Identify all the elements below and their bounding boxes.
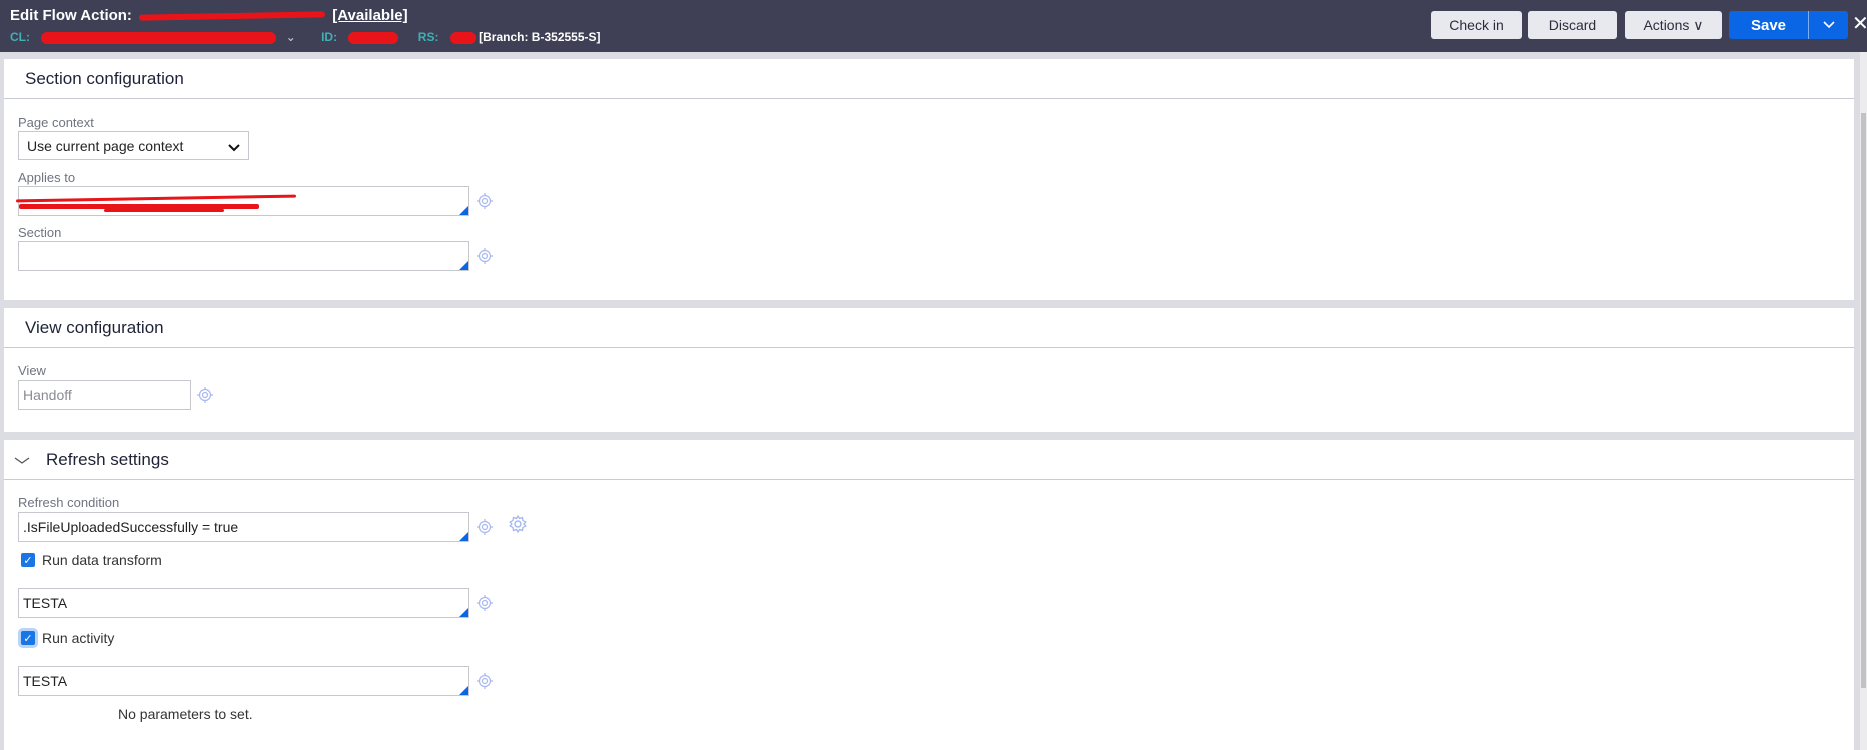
header-bar: Edit Flow Action: [Available] CL: ⌄ ID: …	[0, 0, 1867, 52]
view-configuration-panel: View configuration View Handoff	[4, 308, 1854, 432]
view-value: Handoff	[23, 387, 72, 403]
section-configuration-title: Section configuration	[25, 69, 184, 88]
chevron-down-icon	[228, 139, 240, 155]
scrollbar-thumb[interactable]	[1861, 113, 1866, 688]
crosshair-target-icon[interactable]	[477, 519, 493, 535]
crosshair-target-icon[interactable]	[477, 193, 493, 209]
rule-meta: CL: ⌄ ID: RS: [Branch: B-352555-S]	[10, 30, 601, 44]
run-data-transform-label: Run data transform	[42, 552, 162, 568]
gear-icon[interactable]	[508, 514, 528, 534]
applies-to-label: Applies to	[18, 170, 76, 185]
checkbox-checked-icon[interactable]: ✓	[21, 553, 35, 567]
actions-button[interactable]: Actions ∨	[1625, 11, 1722, 39]
save-button[interactable]: Save	[1729, 11, 1809, 39]
autocomplete-corner-icon	[459, 608, 468, 617]
crosshair-target-icon[interactable]	[477, 673, 493, 689]
redaction-scribble	[104, 209, 224, 212]
view-input[interactable]: Handoff	[18, 380, 191, 410]
edit-prefix: Edit Flow Action:	[10, 7, 132, 24]
view-label: View	[18, 363, 46, 378]
run-data-transform-checkbox[interactable]: ✓ Run data transform	[21, 552, 162, 568]
cl-key: CL:	[10, 30, 30, 44]
autocomplete-corner-icon	[459, 206, 468, 215]
page-context-label: Page context	[18, 115, 94, 130]
run-activity-checkbox[interactable]: ✓ Run activity	[21, 630, 114, 646]
section-input[interactable]	[18, 241, 469, 271]
branch-text: [Branch: B-352555-S]	[479, 30, 601, 44]
autocomplete-corner-icon	[459, 532, 468, 541]
id-key: ID:	[321, 30, 338, 44]
refresh-condition-value: .IsFileUploadedSuccessfully = true	[23, 519, 239, 535]
activity-input[interactable]: TESTA	[18, 666, 469, 696]
page-context-select[interactable]: Use current page context	[18, 131, 249, 160]
crosshair-target-icon[interactable]	[477, 248, 493, 264]
save-split-button: Save	[1729, 11, 1848, 39]
rs-key: RS:	[417, 30, 439, 44]
section-configuration-header: Section configuration	[4, 59, 1854, 99]
availability-link[interactable]: [Available]	[332, 7, 407, 24]
page-context-value: Use current page context	[27, 137, 184, 154]
view-configuration-title: View configuration	[25, 318, 164, 337]
refresh-condition-input[interactable]: .IsFileUploadedSuccessfully = true	[18, 512, 469, 542]
checkbox-checked-icon[interactable]: ✓	[21, 631, 35, 645]
view-configuration-header: View configuration	[4, 308, 1854, 348]
close-icon[interactable]: ✕	[1852, 11, 1867, 36]
data-transform-value: TESTA	[23, 595, 68, 611]
autocomplete-corner-icon	[459, 261, 468, 270]
rule-title: Edit Flow Action: [Available]	[10, 7, 408, 24]
collapse-chevron-icon[interactable]	[14, 457, 30, 465]
section-label: Section	[18, 225, 62, 240]
redacted-id	[348, 31, 399, 44]
autocomplete-corner-icon	[459, 686, 468, 695]
refresh-settings-panel: Refresh settings Refresh condition .IsFi…	[4, 440, 1854, 750]
redacted-ruleset	[449, 31, 476, 44]
crosshair-target-icon[interactable]	[477, 595, 493, 611]
run-activity-label: Run activity	[42, 630, 115, 646]
refresh-condition-label: Refresh condition	[18, 495, 120, 510]
discard-button[interactable]: Discard	[1528, 11, 1617, 39]
activity-value: TESTA	[23, 673, 68, 689]
refresh-settings-title: Refresh settings	[46, 450, 169, 469]
no-parameters-text: No parameters to set.	[118, 706, 253, 722]
check-in-button[interactable]: Check in	[1431, 11, 1522, 39]
redacted-rule-name	[139, 11, 326, 21]
refresh-settings-header[interactable]: Refresh settings	[4, 440, 1854, 480]
crosshair-target-icon[interactable]	[197, 387, 213, 403]
redacted-class	[41, 31, 277, 44]
section-configuration-panel: Section configuration Page context Use c…	[4, 59, 1854, 300]
save-options-chevron-icon[interactable]	[1809, 11, 1848, 39]
class-chevron-icon[interactable]: ⌄	[286, 30, 296, 44]
data-transform-input[interactable]: TESTA	[18, 588, 469, 618]
